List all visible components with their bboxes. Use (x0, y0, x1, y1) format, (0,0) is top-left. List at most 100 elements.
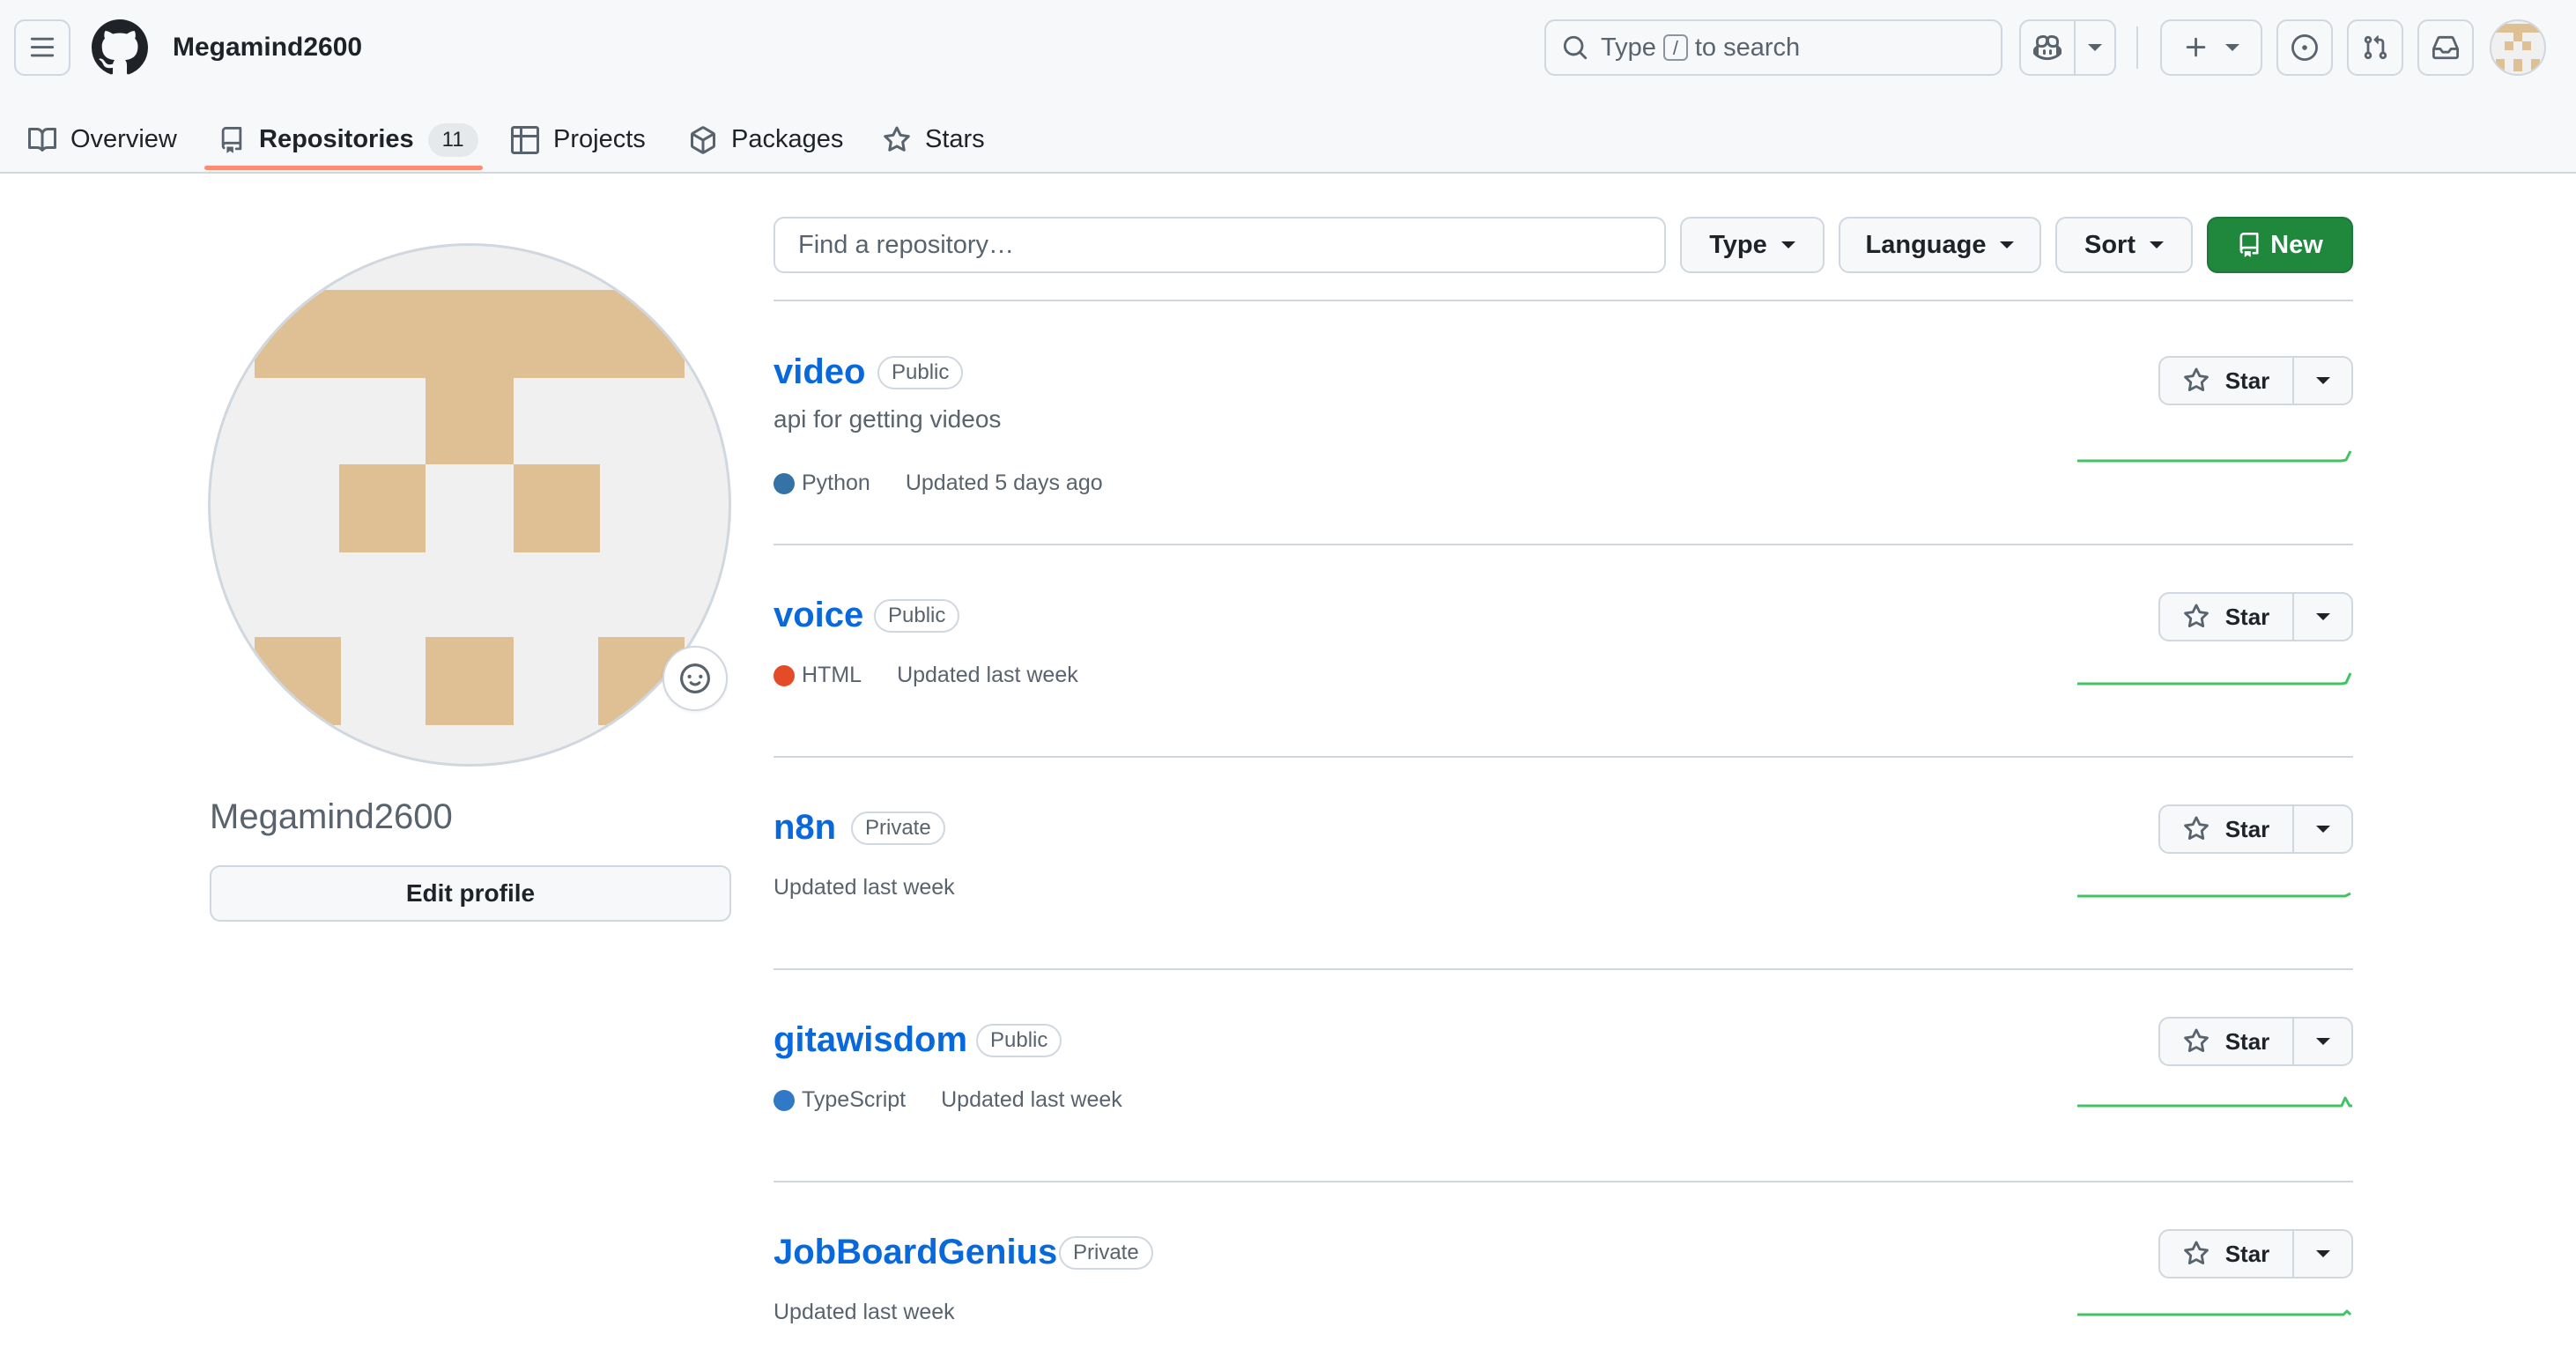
star-button-group: Star (2158, 592, 2353, 641)
repo-meta: Python Updated 5 days ago (774, 471, 1103, 496)
copilot-button[interactable] (2019, 19, 2076, 76)
star-list-dropdown[interactable] (2294, 1229, 2353, 1278)
search-suffix: to search (1694, 33, 1801, 62)
chevron-down-icon (2315, 826, 2330, 833)
sort-button[interactable]: Sort (2055, 217, 2193, 273)
chevron-down-icon (2150, 241, 2164, 248)
chevron-down-icon (2315, 1038, 2330, 1045)
star-button[interactable]: Star (2158, 1017, 2294, 1066)
repo-item: gitawisdom Public TypeScript Updated las… (774, 1017, 2353, 1182)
repo-description: api for getting videos (774, 405, 1002, 433)
chevron-down-icon (2088, 44, 2102, 51)
edit-profile-button[interactable]: Edit profile (210, 865, 731, 922)
star-button[interactable]: Star (2158, 356, 2294, 405)
activity-sparkline (2077, 450, 2352, 463)
copilot-dropdown-button[interactable] (2074, 19, 2116, 76)
star-list-dropdown[interactable] (2294, 356, 2353, 405)
repo-icon (221, 126, 242, 153)
chevron-down-icon (1780, 241, 1795, 248)
search-shortcut-key: / (1662, 34, 1688, 61)
chevron-down-icon (2225, 44, 2239, 51)
star-label: Star (2224, 1240, 2270, 1267)
tab-packages[interactable]: Packages (689, 106, 843, 174)
repo-name-link[interactable]: video (774, 351, 865, 393)
star-list-dropdown[interactable] (2294, 592, 2353, 641)
repo-meta: Updated last week (774, 1300, 955, 1325)
chevron-down-icon (2315, 613, 2330, 620)
repo-item: voice Public HTML Updated last week Star (774, 592, 2353, 758)
profile-avatar[interactable] (208, 243, 731, 767)
tab-repositories-label: Repositories (259, 125, 414, 153)
visibility-badge: Public (877, 356, 964, 389)
repo-name-link[interactable]: voice (774, 594, 863, 636)
star-icon (2183, 1028, 2209, 1053)
repo-language: TypeScript (802, 1087, 907, 1112)
repo-updated: Updated last week (897, 663, 1078, 687)
inbox-button[interactable] (2417, 19, 2474, 76)
github-logo-icon[interactable] (92, 19, 148, 76)
tab-packages-label: Packages (731, 125, 844, 153)
star-icon (2183, 816, 2209, 841)
type-filter-label: Type (1709, 230, 1767, 259)
tab-stars-label: Stars (925, 125, 985, 153)
repo-name-link[interactable]: gitawisdom (774, 1019, 967, 1061)
issues-button[interactable] (2276, 19, 2333, 76)
find-repository-input[interactable]: Find a repository… (774, 217, 1666, 273)
star-icon (2183, 1241, 2209, 1265)
new-button-label: New (2270, 230, 2323, 259)
tab-stars[interactable]: Stars (883, 106, 985, 174)
tab-overview[interactable]: Overview (28, 106, 177, 174)
star-label: Star (2224, 367, 2270, 394)
chevron-down-icon (2315, 1250, 2330, 1257)
divider (774, 968, 2353, 970)
menu-button[interactable] (14, 19, 70, 76)
visibility-badge: Private (1059, 1236, 1153, 1270)
star-icon (2183, 604, 2209, 628)
repo-meta: HTML Updated last week (774, 663, 1078, 688)
repo-name-link[interactable]: JobBoardGenius (774, 1231, 1057, 1273)
plus-icon (2186, 37, 2206, 57)
star-button-group: Star (2158, 1229, 2353, 1278)
tab-projects[interactable]: Projects (511, 106, 646, 174)
star-button[interactable]: Star (2158, 804, 2294, 854)
identicon-avatar (255, 290, 685, 725)
type-filter-button[interactable]: Type (1680, 217, 1825, 273)
repo-meta: Updated last week (774, 875, 955, 900)
star-icon (2183, 367, 2209, 392)
repo-item: n8n Private Updated last week Star (774, 804, 2353, 970)
visibility-badge: Public (874, 599, 960, 633)
divider (774, 1181, 2353, 1182)
user-avatar-button[interactable] (2490, 19, 2546, 76)
visibility-badge: Private (851, 811, 945, 845)
tab-overview-label: Overview (70, 125, 177, 153)
repo-name-link[interactable]: n8n (774, 806, 836, 849)
repo-updated: Updated last week (774, 875, 955, 900)
set-status-button[interactable] (663, 646, 728, 711)
search-icon (1563, 35, 1588, 60)
tab-repositories[interactable]: Repositories 11 (218, 106, 478, 174)
star-list-dropdown[interactable] (2294, 804, 2353, 854)
language-color-dot (774, 664, 795, 686)
repo-item: JobBoardGenius Private Updated last week… (774, 1229, 2353, 1370)
package-icon (691, 125, 715, 154)
star-list-dropdown[interactable] (2294, 1017, 2353, 1066)
star-button-group: Star (2158, 804, 2353, 854)
pull-requests-button[interactable] (2347, 19, 2403, 76)
language-filter-button[interactable]: Language (1839, 217, 2041, 273)
language-color-dot (774, 472, 795, 494)
header-username[interactable]: Megamind2600 (173, 28, 362, 67)
table-icon (511, 125, 539, 154)
create-new-button[interactable] (2160, 19, 2262, 76)
activity-sparkline (2077, 672, 2352, 686)
smiley-icon (680, 663, 710, 693)
book-icon (28, 127, 56, 152)
star-button[interactable]: Star (2158, 592, 2294, 641)
repo-updated: Updated last week (941, 1087, 1122, 1112)
star-label: Star (2224, 1027, 2270, 1055)
search-input[interactable]: Type / to search (1544, 19, 2002, 76)
star-label: Star (2224, 603, 2270, 630)
repo-meta: TypeScript Updated last week (774, 1087, 1122, 1113)
new-repository-button[interactable]: New (2207, 217, 2353, 273)
star-button[interactable]: Star (2158, 1229, 2294, 1278)
activity-sparkline (2077, 892, 2351, 898)
